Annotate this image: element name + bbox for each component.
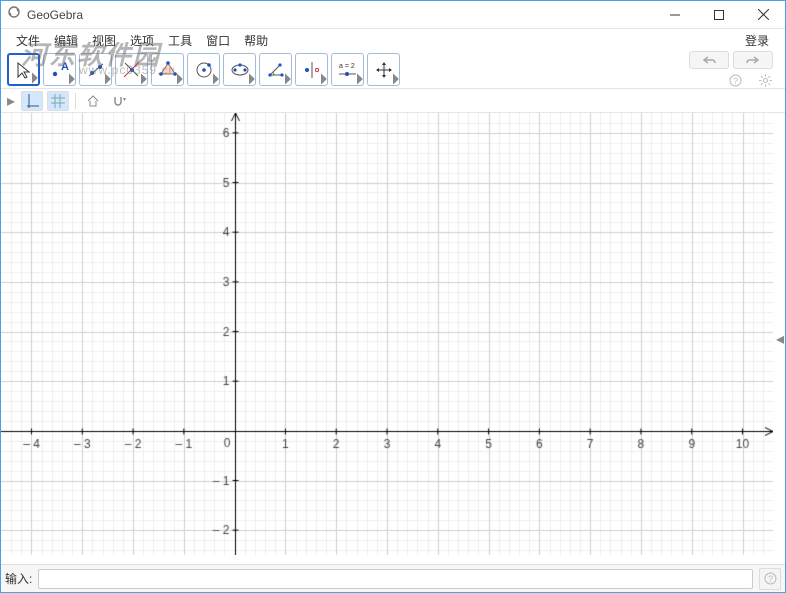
tool-move[interactable] [7, 53, 40, 86]
redo-button[interactable] [733, 51, 773, 69]
command-input[interactable] [38, 569, 753, 589]
toggle-axes-button[interactable] [21, 91, 43, 111]
tool-move-view[interactable] [367, 53, 400, 86]
graphics-view[interactable]: ◂ [1, 113, 785, 564]
menu-window[interactable]: 窗口 [199, 30, 237, 51]
svg-text:?: ? [733, 76, 738, 86]
tool-ellipse[interactable] [223, 53, 256, 86]
tool-polygon[interactable] [151, 53, 184, 86]
side-panel-toggle[interactable]: ◂ [775, 329, 785, 349]
login-link[interactable]: 登录 [737, 30, 777, 51]
slider-label-text: a = 2 [339, 63, 355, 70]
tool-perpendicular[interactable] [115, 53, 148, 86]
app-icon [7, 5, 21, 24]
menu-edit[interactable]: 编辑 [47, 30, 85, 51]
tool-point[interactable]: A [43, 53, 76, 86]
menu-view[interactable]: 视图 [85, 30, 123, 51]
window-title: GeoGebra [27, 8, 83, 22]
svg-text:?: ? [768, 574, 773, 584]
toolbar: A a = 2 [1, 51, 785, 89]
tool-circle[interactable] [187, 53, 220, 86]
toggle-grid-button[interactable] [47, 91, 69, 111]
view-expand-icon[interactable]: ▸ [5, 91, 17, 111]
view-toolbar: ▸ ▾ [1, 89, 785, 113]
tool-angle[interactable] [259, 53, 292, 86]
close-button[interactable] [741, 1, 785, 29]
tool-line[interactable] [79, 53, 112, 86]
help-icon[interactable]: ? [727, 73, 743, 89]
menu-help[interactable]: 帮助 [237, 30, 275, 51]
home-zoom-button[interactable] [82, 91, 104, 111]
input-label: 输入: [5, 570, 32, 587]
menu-options[interactable]: 选项 [123, 30, 161, 51]
settings-icon[interactable] [757, 73, 773, 89]
svg-text:A: A [61, 61, 69, 73]
input-bar: 输入: ? [1, 564, 785, 592]
tool-reflect[interactable] [295, 53, 328, 86]
undo-button[interactable] [689, 51, 729, 69]
menu-file[interactable]: 文件 [9, 30, 47, 51]
tool-slider[interactable]: a = 2 [331, 53, 364, 86]
right-tools: ? [689, 51, 779, 89]
minimize-button[interactable] [653, 1, 697, 29]
menu-tools[interactable]: 工具 [161, 30, 199, 51]
input-help-button[interactable]: ? [759, 568, 781, 590]
menubar: 文件 编辑 视图 选项 工具 窗口 帮助 登录 [1, 29, 785, 51]
svg-text:▾: ▾ [123, 97, 126, 103]
snap-button[interactable]: ▾ [108, 91, 130, 111]
app-window: GeoGebra 河东软件园 www.pc0359.cn 文件 编辑 视图 选项… [0, 0, 786, 593]
maximize-button[interactable] [697, 1, 741, 29]
coordinate-plane[interactable] [1, 113, 773, 555]
titlebar: GeoGebra [1, 1, 785, 29]
